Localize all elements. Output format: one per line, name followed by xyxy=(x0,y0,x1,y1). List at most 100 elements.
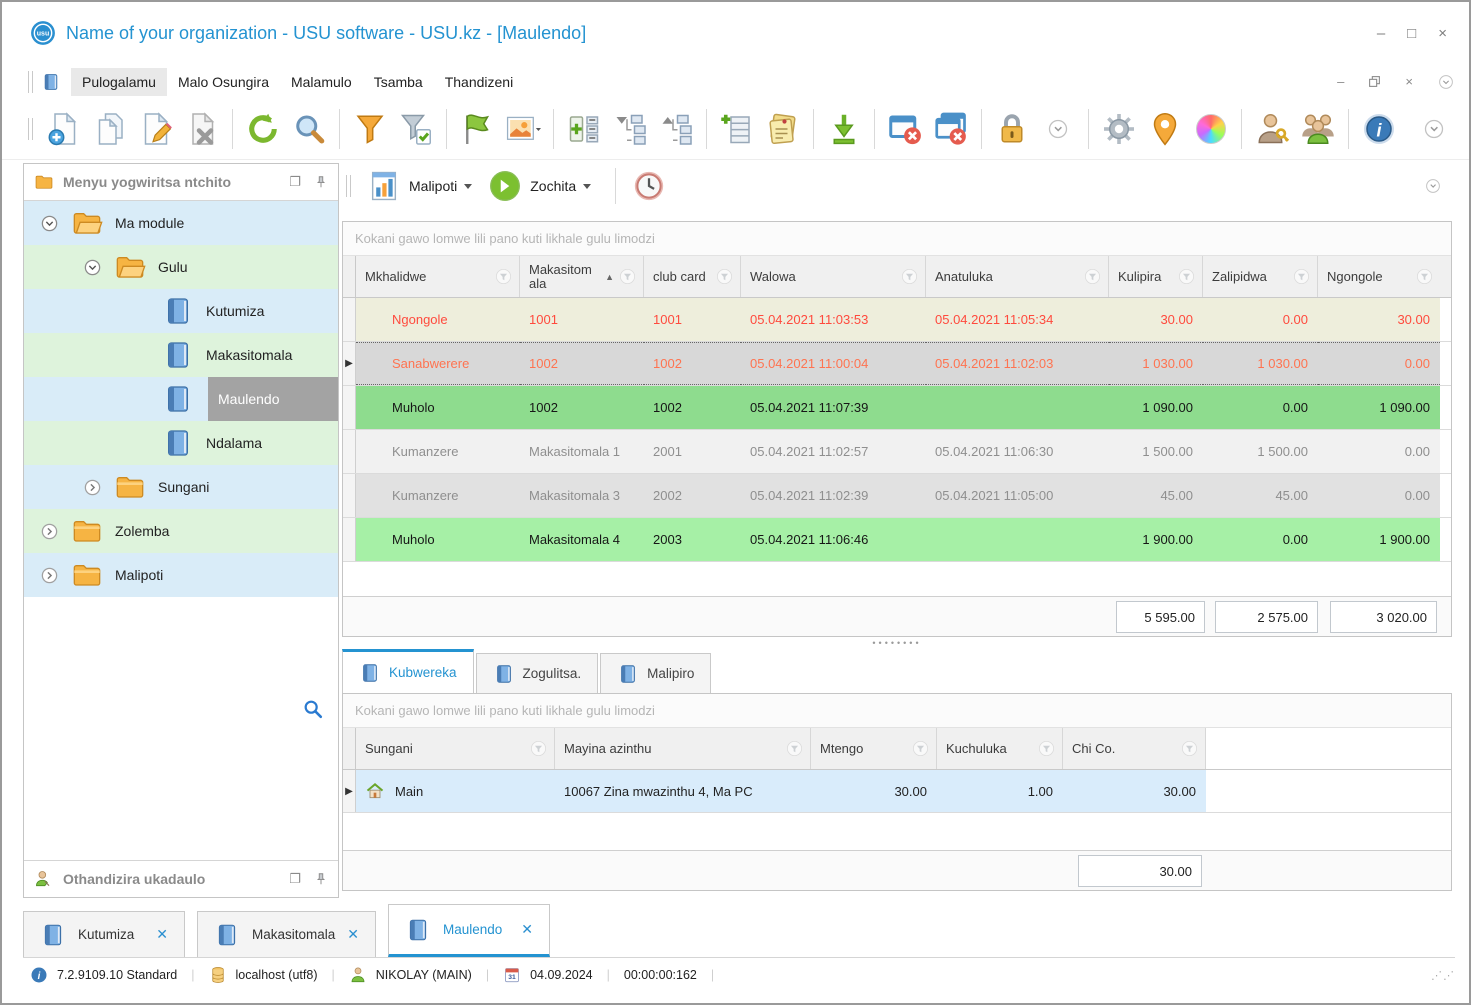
table-row[interactable]: Muholo 1002 1002 05.04.2021 11:07:39 1 0… xyxy=(343,386,1451,430)
menu-item-pulogalamu[interactable]: Pulogalamu xyxy=(71,67,167,96)
toolbar-grip[interactable] xyxy=(28,70,33,93)
filter-funnel-icon[interactable] xyxy=(618,267,637,286)
filter-funnel-icon[interactable] xyxy=(900,267,919,286)
filter-funnel-icon[interactable] xyxy=(1177,267,1196,286)
menu-item-thandizeni[interactable]: Thandizeni xyxy=(434,68,525,96)
filter-funnel-icon[interactable] xyxy=(529,739,548,758)
menu-item-malamulo[interactable]: Malamulo xyxy=(280,68,363,96)
mdi-minimize-icon[interactable]: – xyxy=(1337,74,1344,89)
close-tab-icon[interactable]: ✕ xyxy=(156,926,168,943)
report-document-icon[interactable] xyxy=(367,169,401,203)
mdi-restore-icon[interactable] xyxy=(1368,75,1381,88)
filter-funnel-icon[interactable] xyxy=(1180,739,1199,758)
maximize-window-icon[interactable]: □ xyxy=(1407,25,1416,42)
column-header-kuchuluka[interactable]: Kuchuluka xyxy=(937,728,1063,769)
search-icon[interactable] xyxy=(286,106,332,152)
filter-funnel-icon[interactable] xyxy=(1292,267,1311,286)
collapse-node-icon[interactable] xyxy=(83,258,102,277)
window-tab-kutumiza[interactable]: Kutumiza ✕ xyxy=(23,911,185,957)
tab-zogulitsa[interactable]: Zogulitsa. xyxy=(475,653,599,693)
tab-malipiro[interactable]: Malipiro xyxy=(600,653,712,693)
collapse-tree-icon[interactable] xyxy=(607,106,653,152)
notes-icon[interactable] xyxy=(760,106,806,152)
new-document-icon[interactable] xyxy=(41,106,87,152)
more-chevron-icon[interactable] xyxy=(1035,106,1081,152)
minimize-window-icon[interactable]: – xyxy=(1377,25,1385,42)
info-icon[interactable]: i xyxy=(1356,106,1402,152)
tree-item-makasitomala[interactable]: Makasitomala xyxy=(24,333,338,377)
table-row-selected[interactable]: ▶ Sanabwerere 1002 1002 05.04.2021 11:00… xyxy=(343,342,1451,386)
column-header-mtengo[interactable]: Mtengo xyxy=(811,728,937,769)
expand-tree-icon[interactable] xyxy=(653,106,699,152)
column-header-makasitomala[interactable]: Makasitomala ▲ xyxy=(520,256,644,297)
column-header-zalipidwa[interactable]: Zalipidwa xyxy=(1203,256,1318,297)
tree-item-ma-module[interactable]: Ma module xyxy=(24,201,338,245)
close-tab-icon[interactable]: ✕ xyxy=(521,921,533,938)
column-header-sungani[interactable]: Sungani xyxy=(356,728,555,769)
copy-document-icon[interactable] xyxy=(87,106,133,152)
column-header-ngongole[interactable]: Ngongole xyxy=(1318,256,1440,297)
column-header-kulipira[interactable]: Kulipira xyxy=(1109,256,1203,297)
expand-node-icon[interactable] xyxy=(40,566,59,585)
table-row[interactable]: Kumanzere Makasitomala 1 2001 05.04.2021… xyxy=(343,430,1451,474)
filter-funnel-icon[interactable] xyxy=(1083,267,1102,286)
filter-icon[interactable] xyxy=(347,106,393,152)
expand-node-icon[interactable] xyxy=(40,522,59,541)
panel-pin-icon[interactable] xyxy=(314,872,328,886)
column-header-chi-co[interactable]: Chi Co. xyxy=(1063,728,1206,769)
settings-gear-icon[interactable] xyxy=(1096,106,1142,152)
tree-item-gulu[interactable]: Gulu xyxy=(24,245,338,289)
close-window-button-icon[interactable] xyxy=(882,106,928,152)
panel-float-icon[interactable]: ❐ xyxy=(285,174,305,190)
expand-node-icon[interactable] xyxy=(83,478,102,497)
filter-funnel-icon[interactable] xyxy=(715,267,734,286)
image-icon[interactable] xyxy=(500,106,546,152)
tree-item-maulendo-selected[interactable]: Maulendo xyxy=(24,377,338,421)
apply-filter-icon[interactable] xyxy=(393,106,439,152)
collapse-node-icon[interactable] xyxy=(40,214,59,233)
window-tab-makasitomala[interactable]: Makasitomala ✕ xyxy=(197,911,377,957)
menu-item-tsamba[interactable]: Tsamba xyxy=(363,68,434,96)
tree-item-zolemba[interactable]: Zolemba xyxy=(24,509,338,553)
table-row[interactable]: Ngongole 1001 1001 05.04.2021 11:03:53 0… xyxy=(343,298,1451,342)
filter-funnel-icon[interactable] xyxy=(1415,267,1434,286)
horizontal-splitter[interactable]: •••••••• xyxy=(342,637,1452,649)
window-tab-maulendo[interactable]: Maulendo ✕ xyxy=(388,904,551,957)
column-header-mkhalidwe[interactable]: Mkhalidwe xyxy=(356,256,520,297)
filter-funnel-icon[interactable] xyxy=(785,739,804,758)
toolbar-grip[interactable] xyxy=(346,175,351,197)
tree-item-kutumiza[interactable]: Kutumiza xyxy=(24,289,338,333)
delete-document-icon[interactable] xyxy=(179,106,225,152)
tree-search-icon[interactable] xyxy=(302,698,324,720)
more-chevron-icon[interactable] xyxy=(1411,106,1457,152)
add-row-icon[interactable] xyxy=(714,106,760,152)
refresh-icon[interactable] xyxy=(240,106,286,152)
column-header-mayina-azinthu[interactable]: Mayina azinthu xyxy=(555,728,811,769)
panel-window-icon[interactable]: ❐ xyxy=(285,871,305,887)
reports-menu-button[interactable]: Malipoti xyxy=(409,178,473,194)
detail-table-row-selected[interactable]: ▶ Main 10067 Zina mwazinthu 4, Ma PC 30.… xyxy=(343,770,1451,813)
mdi-close-icon[interactable]: × xyxy=(1405,74,1413,89)
flag-icon[interactable] xyxy=(454,106,500,152)
tree-item-malipoti[interactable]: Malipoti xyxy=(24,553,338,597)
users-group-icon[interactable] xyxy=(1295,106,1341,152)
color-wheel-icon[interactable] xyxy=(1188,106,1234,152)
export-download-icon[interactable] xyxy=(821,106,867,152)
run-action-icon[interactable] xyxy=(488,169,522,203)
column-header-walowa[interactable]: Walowa xyxy=(741,256,926,297)
filter-funnel-icon[interactable] xyxy=(1037,739,1056,758)
close-all-windows-icon[interactable] xyxy=(928,106,974,152)
resize-grip[interactable]: ⋰⋰ xyxy=(1431,969,1455,982)
clock-icon[interactable] xyxy=(632,169,666,203)
tree-item-sungani[interactable]: Sungani xyxy=(24,465,338,509)
panel-pin-icon[interactable] xyxy=(314,175,328,189)
table-row[interactable]: Kumanzere Makasitomala 3 2002 05.04.2021… xyxy=(343,474,1451,518)
close-window-icon[interactable]: × xyxy=(1438,25,1447,42)
edit-document-icon[interactable] xyxy=(133,106,179,152)
column-header-club-card[interactable]: club card xyxy=(644,256,741,297)
tab-kubwereka[interactable]: Kubwereka xyxy=(342,649,474,693)
toolbar-grip[interactable] xyxy=(28,118,33,140)
more-chevron-icon[interactable] xyxy=(1424,177,1442,195)
actions-menu-button[interactable]: Zochita xyxy=(530,178,592,194)
tree-item-ndalama[interactable]: Ndalama xyxy=(24,421,338,465)
